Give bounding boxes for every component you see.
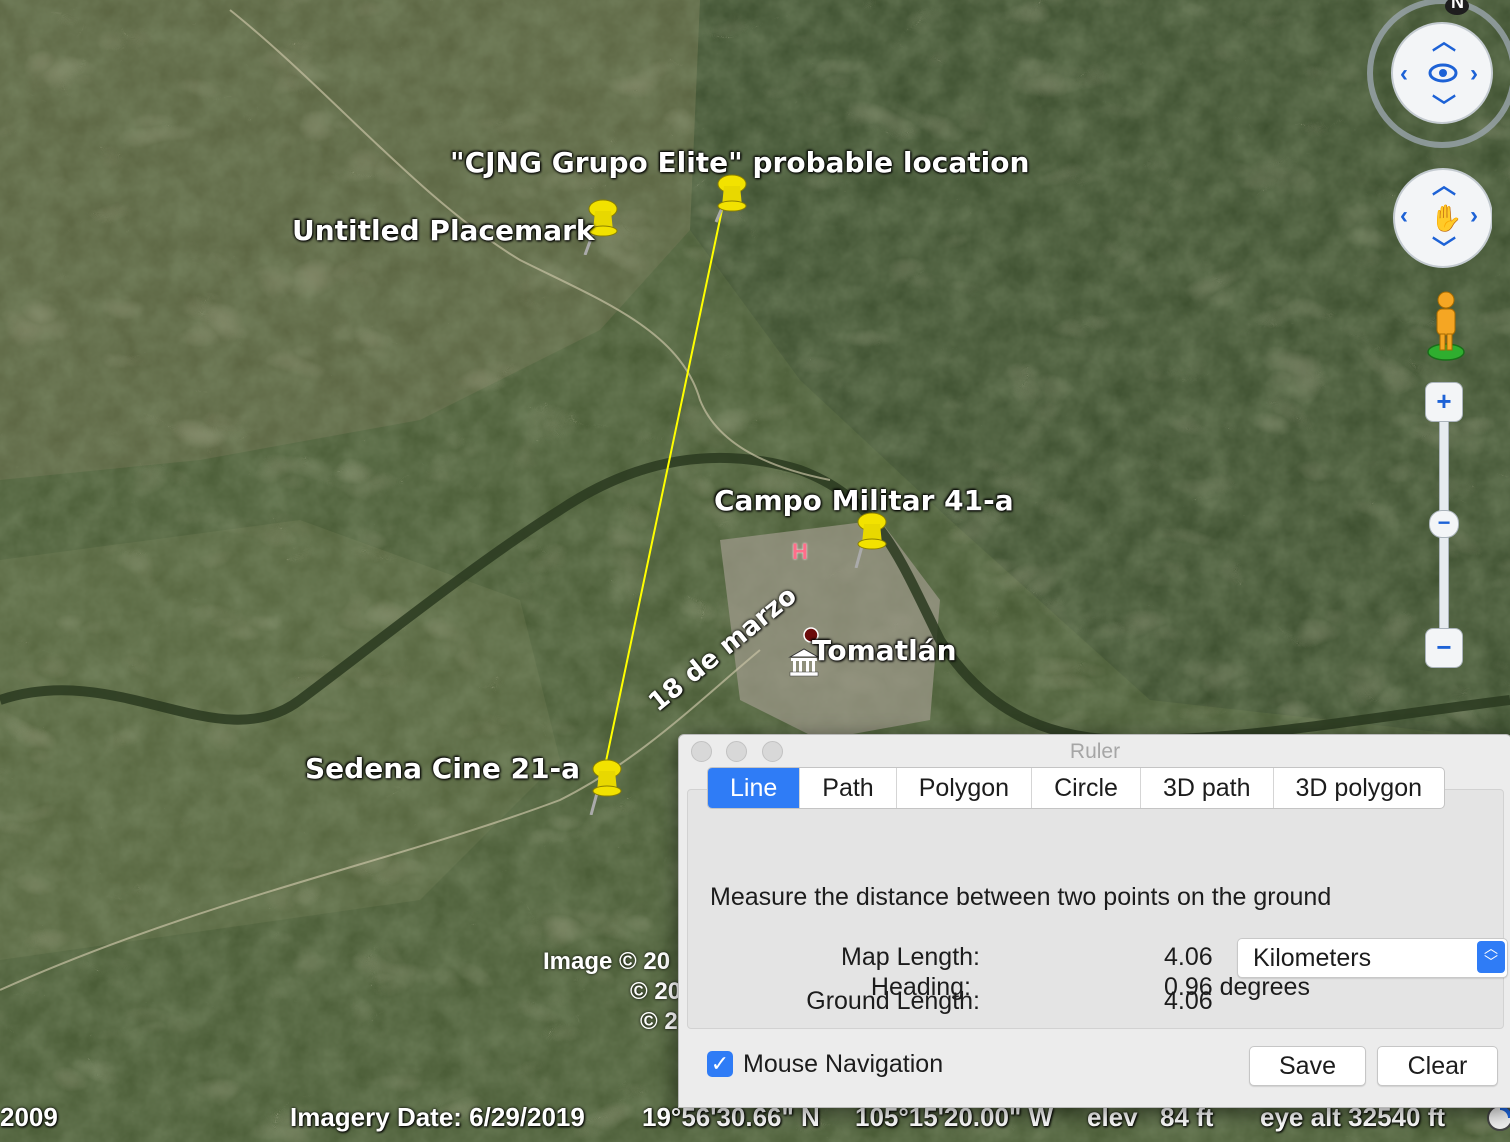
look-down-icon[interactable]: ﹀ <box>1432 96 1456 120</box>
move-right-icon[interactable]: › <box>1470 204 1478 228</box>
placemark-label[interactable]: Untitled Placemark <box>292 214 595 247</box>
look-right-icon[interactable]: › <box>1470 62 1478 86</box>
ruler-titlebar[interactable]: Ruler <box>679 735 1510 767</box>
heading-label: Heading: <box>870 973 971 1001</box>
hospital-marker[interactable]: H <box>792 539 808 565</box>
hand-icon[interactable]: ✋ <box>1430 203 1462 234</box>
tab-path[interactable]: Path <box>800 768 897 808</box>
tab-3d-polygon[interactable]: 3D polygon <box>1274 768 1444 808</box>
mouse-navigation-label[interactable]: Mouse Navigation <box>743 1050 943 1079</box>
zoom-slider-thumb[interactable]: − <box>1429 510 1459 538</box>
clear-button[interactable]: Clear <box>1377 1046 1498 1086</box>
move-down-icon[interactable]: ﹀ <box>1432 238 1456 262</box>
ruler-title: Ruler <box>1069 740 1121 763</box>
ruler-dialog: Ruler Measure the distance between two p… <box>678 734 1510 1108</box>
map-length-value: 4.06 <box>1164 943 1213 971</box>
tab-circle[interactable]: Circle <box>1032 768 1141 808</box>
move-up-icon[interactable]: ︿ <box>1432 174 1456 198</box>
copyright-text: Image © 20 <box>543 948 671 975</box>
chevron-updown-icon[interactable]: ︿ ﹀ <box>1477 941 1505 973</box>
zoom-slider[interactable]: + − − <box>1425 382 1463 668</box>
copyright-year: 2009 <box>0 1102 58 1132</box>
look-up-icon[interactable]: ︿ <box>1432 30 1456 54</box>
copyright-text: © 2 <box>640 1008 678 1035</box>
unit-select[interactable]: Kilometers ︿ ﹀ <box>1237 938 1508 978</box>
tab-line[interactable]: Line <box>708 768 801 808</box>
street-view-pegman-icon[interactable] <box>1424 290 1468 364</box>
town-label[interactable]: Tomatlán <box>812 634 957 667</box>
tab-3d-path[interactable]: 3D path <box>1141 768 1274 808</box>
compass-north-label[interactable]: N <box>1451 0 1464 13</box>
pushpin-icon[interactable] <box>848 508 892 568</box>
pushpin-icon[interactable] <box>583 755 627 815</box>
placemark-label[interactable]: Sedena Cine 21-a <box>305 752 580 785</box>
look-left-icon[interactable]: ‹ <box>1400 62 1408 86</box>
pushpin-icon[interactable] <box>708 170 752 230</box>
imagery-date: Imagery Date: 6/29/2019 <box>290 1102 585 1132</box>
mouse-navigation-checkbox[interactable]: ✓ <box>707 1051 733 1077</box>
heading-value: 0.96 degrees <box>1164 973 1310 1001</box>
map-length-label: Map Length: <box>841 943 980 971</box>
unit-select-value: Kilometers <box>1253 944 1372 972</box>
measure-mode-tabs: Line Path Polygon Circle 3D path 3D poly… <box>707 767 1446 809</box>
eye-icon[interactable] <box>1428 60 1458 86</box>
zoom-in-icon[interactable]: + <box>1425 382 1463 422</box>
zoom-out-icon[interactable]: − <box>1425 628 1463 668</box>
save-button[interactable]: Save <box>1249 1046 1366 1086</box>
tab-polygon[interactable]: Polygon <box>897 768 1033 808</box>
placemark-label[interactable]: Campo Militar 41-a <box>714 484 1014 517</box>
ruler-description: Measure the distance between two points … <box>710 883 1332 911</box>
move-left-icon[interactable]: ‹ <box>1400 204 1408 228</box>
placemark-label[interactable]: "CJNG Grupo Elite" probable location <box>450 146 1029 179</box>
